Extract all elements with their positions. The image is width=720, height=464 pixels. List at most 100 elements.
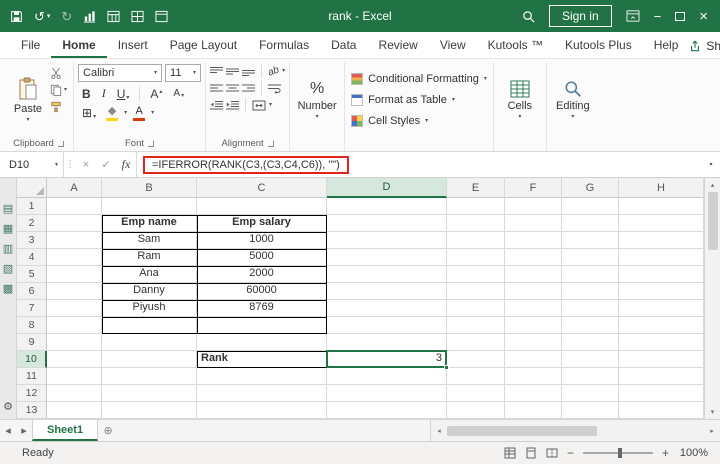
cell-G1[interactable]: [562, 198, 619, 215]
kutools-pane-icon-3[interactable]: ▥: [3, 244, 13, 255]
cell-C2[interactable]: Emp salary: [197, 215, 327, 232]
cell-C3[interactable]: 1000: [197, 232, 327, 249]
cell-D8[interactable]: [327, 317, 447, 334]
bold-button[interactable]: B: [78, 86, 95, 102]
italic-button[interactable]: I: [98, 85, 110, 102]
column-header-B[interactable]: B: [102, 178, 197, 198]
kutools-pane-icon-2[interactable]: ▦: [3, 224, 13, 235]
cell-G7[interactable]: [562, 300, 619, 317]
cell-B4[interactable]: Ram: [102, 249, 197, 266]
cell-E6[interactable]: [447, 283, 505, 300]
zoom-slider-thumb[interactable]: [618, 448, 622, 458]
merge-chevron-icon[interactable]: ▾: [269, 102, 272, 108]
row-header-9[interactable]: 9: [17, 334, 47, 351]
align-right-button[interactable]: [242, 83, 255, 94]
cell-G5[interactable]: [562, 266, 619, 283]
cell-B1[interactable]: [102, 198, 197, 215]
cell-C9[interactable]: [197, 334, 327, 351]
format-painter-button[interactable]: [50, 101, 67, 113]
cell-H4[interactable]: [619, 249, 704, 266]
row-header-13[interactable]: 13: [17, 402, 47, 419]
font-color-chevron-icon[interactable]: ▾: [151, 110, 154, 116]
cell-B6[interactable]: Danny: [102, 283, 197, 300]
cell-H12[interactable]: [619, 385, 704, 402]
cell-H11[interactable]: [619, 368, 704, 385]
cell-E1[interactable]: [447, 198, 505, 215]
cut-button[interactable]: [50, 67, 67, 79]
cell-D5[interactable]: [327, 266, 447, 283]
cell-G6[interactable]: [562, 283, 619, 300]
zoom-in-button[interactable]: +: [662, 446, 669, 460]
cell-H6[interactable]: [619, 283, 704, 300]
cell-E7[interactable]: [447, 300, 505, 317]
row-header-1[interactable]: 1: [17, 198, 47, 215]
search-icon[interactable]: [522, 10, 535, 23]
cell-B13[interactable]: [102, 402, 197, 419]
cell-E9[interactable]: [447, 334, 505, 351]
zoom-out-button[interactable]: −: [567, 446, 574, 460]
undo-button[interactable]: ↺▾: [34, 10, 50, 23]
cell-H7[interactable]: [619, 300, 704, 317]
borders-button[interactable]: ⊞▾: [78, 105, 100, 121]
ribbon-tab-help[interactable]: Help: [643, 33, 690, 58]
styles-item-format-as-table[interactable]: Format as Table▾: [349, 90, 489, 109]
align-center-button[interactable]: [226, 83, 239, 94]
cell-D4[interactable]: [327, 249, 447, 266]
editing-button[interactable]: Editing ▾: [551, 63, 595, 136]
formula-input[interactable]: =IFERROR(RANK(C3,(C3,C4,C6)), ""): [136, 152, 702, 177]
scroll-up-icon[interactable]: ▴: [711, 178, 715, 192]
cell-C7[interactable]: 8769: [197, 300, 327, 317]
cell-B7[interactable]: Piyush: [102, 300, 197, 317]
page-layout-view-icon[interactable]: [525, 447, 537, 459]
row-header-3[interactable]: 3: [17, 232, 47, 249]
cell-C6[interactable]: 60000: [197, 283, 327, 300]
cell-H13[interactable]: [619, 402, 704, 419]
restore-button[interactable]: [675, 12, 685, 21]
cell-A11[interactable]: [47, 368, 102, 385]
cell-A1[interactable]: [47, 198, 102, 215]
cell-F4[interactable]: [505, 249, 562, 266]
cell-F5[interactable]: [505, 266, 562, 283]
cell-D2[interactable]: [327, 215, 447, 232]
cell-D12[interactable]: [327, 385, 447, 402]
cell-A4[interactable]: [47, 249, 102, 266]
cell-E2[interactable]: [447, 215, 505, 232]
cell-A13[interactable]: [47, 402, 102, 419]
share-button[interactable]: Share: [689, 39, 720, 58]
cell-A7[interactable]: [47, 300, 102, 317]
ribbon-tab-page-layout[interactable]: Page Layout: [159, 33, 248, 58]
row-header-8[interactable]: 8: [17, 317, 47, 334]
horizontal-scroll-thumb[interactable]: [447, 426, 597, 436]
fill-color-chevron-icon[interactable]: ▾: [124, 110, 127, 116]
row-header-5[interactable]: 5: [17, 266, 47, 283]
cell-B12[interactable]: [102, 385, 197, 402]
new-sheet-button[interactable]: ⊕: [98, 420, 118, 441]
cell-E3[interactable]: [447, 232, 505, 249]
cell-G12[interactable]: [562, 385, 619, 402]
qat-grid-icon[interactable]: [131, 10, 144, 23]
cell-B11[interactable]: [102, 368, 197, 385]
cell-H9[interactable]: [619, 334, 704, 351]
cell-E13[interactable]: [447, 402, 505, 419]
cell-G4[interactable]: [562, 249, 619, 266]
cell-B2[interactable]: Emp name: [102, 215, 197, 232]
column-header-D[interactable]: D: [327, 178, 447, 198]
cell-F2[interactable]: [505, 215, 562, 232]
merge-center-button[interactable]: [252, 100, 266, 111]
ribbon-tab-review[interactable]: Review: [367, 33, 428, 58]
vertical-scroll-thumb[interactable]: [708, 192, 718, 250]
cell-H3[interactable]: [619, 232, 704, 249]
save-icon[interactable]: [10, 10, 23, 23]
cell-H5[interactable]: [619, 266, 704, 283]
cell-G2[interactable]: [562, 215, 619, 232]
sheet-nav-left-icon[interactable]: ◂: [0, 420, 16, 441]
cell-D9[interactable]: [327, 334, 447, 351]
qat-window-icon[interactable]: [155, 10, 168, 23]
font-color-button[interactable]: A: [130, 106, 148, 121]
shrink-font-button[interactable]: A▾: [169, 87, 188, 100]
qat-chart-icon[interactable]: [83, 10, 96, 23]
ribbon-tab-file[interactable]: File: [10, 33, 51, 58]
styles-item-conditional-formatting[interactable]: Conditional Formatting▾: [349, 69, 489, 88]
row-header-10[interactable]: 10: [17, 351, 47, 368]
cell-B10[interactable]: [102, 351, 197, 368]
